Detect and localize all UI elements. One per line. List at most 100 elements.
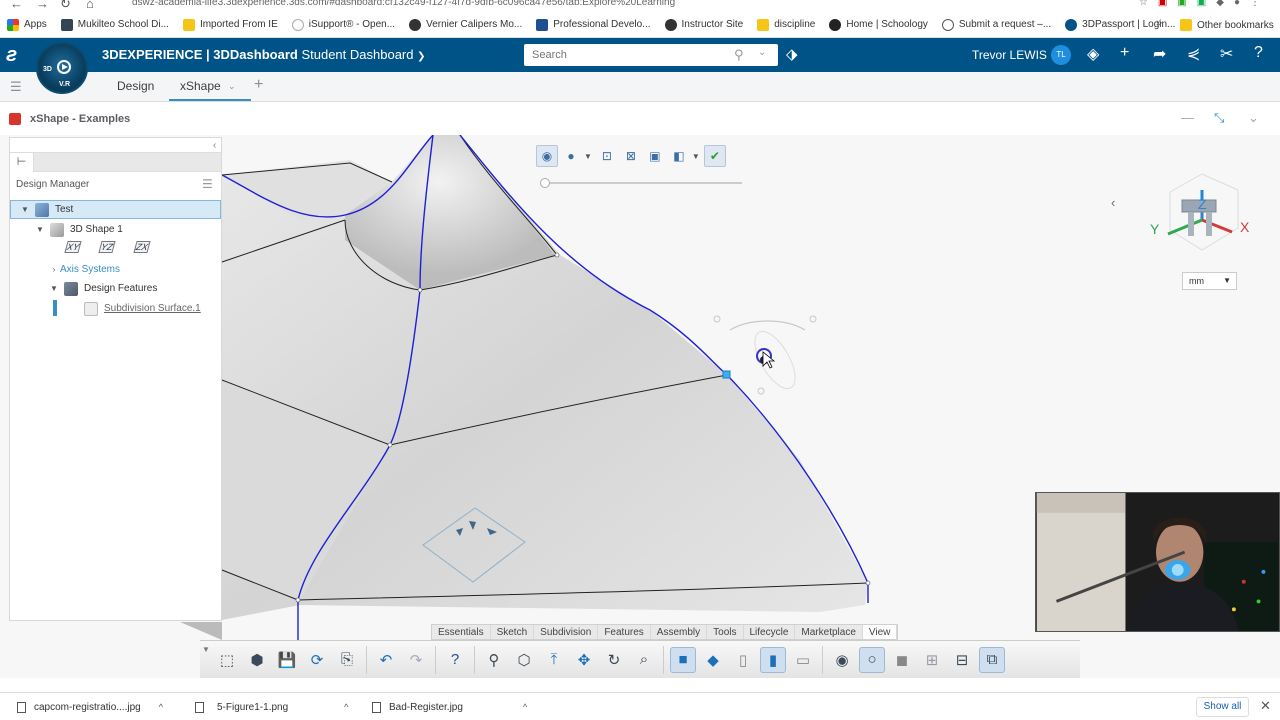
rotate-icon[interactable]: ↻: [601, 647, 627, 673]
url-bar[interactable]: dswz-academia-life3.3dexperience.3ds.com…: [132, 0, 675, 8]
part-icon[interactable]: ⬢: [244, 647, 270, 673]
ds-logo-icon[interactable]: ƨ: [6, 44, 17, 67]
search-box[interactable]: ⚲ ⌄: [524, 44, 778, 66]
update-icon[interactable]: ⟳: [304, 647, 330, 673]
chevron-up-icon[interactable]: ^: [344, 702, 348, 712]
tools-icon[interactable]: ✂: [1220, 44, 1233, 64]
bookmark-discipline[interactable]: discipline: [750, 18, 822, 31]
minimize-icon[interactable]: —: [1181, 110, 1194, 125]
help-icon[interactable]: ?: [442, 647, 468, 673]
solid-view-icon[interactable]: ▮: [760, 646, 786, 673]
compass-icon[interactable]: 3D V.R: [36, 42, 88, 94]
ground-icon[interactable]: ⧉: [979, 646, 1005, 673]
hide-show-icon[interactable]: ◉: [829, 647, 855, 673]
section-tab-sketch[interactable]: Sketch: [491, 625, 535, 639]
shaded-edges-icon[interactable]: ◆: [700, 647, 726, 673]
pan-icon[interactable]: ✥: [571, 647, 597, 673]
chevron-up-icon[interactable]: ^: [523, 702, 527, 712]
fit-all-icon[interactable]: ⊡: [596, 145, 618, 167]
extension-icon[interactable]: ▣: [1197, 0, 1206, 8]
help-icon[interactable]: ?: [1254, 44, 1263, 62]
tab-xshape[interactable]: xShape: [180, 79, 221, 93]
cylinder-view-icon[interactable]: ▯: [730, 647, 756, 673]
grid-icon[interactable]: ⊞: [919, 647, 945, 673]
add-tab-icon[interactable]: +: [254, 76, 263, 94]
section-tab-essentials[interactable]: Essentials: [432, 625, 491, 639]
collapse-panel-icon[interactable]: ‹: [213, 140, 216, 151]
section-tab-view[interactable]: View: [862, 625, 898, 639]
tree-node-axis-systems[interactable]: › Axis Systems: [10, 260, 221, 279]
collapse-icon[interactable]: ▼: [202, 645, 210, 654]
bookmark-professional[interactable]: Professional Develo...: [529, 18, 657, 31]
box-view-icon[interactable]: ▣: [644, 145, 666, 167]
wireframe-view-icon[interactable]: ▭: [790, 647, 816, 673]
notifications-icon[interactable]: ◈: [1087, 44, 1099, 64]
close-icon[interactable]: ✕: [1260, 698, 1271, 714]
section-tab-assembly[interactable]: Assembly: [651, 625, 708, 639]
shaded-view-icon[interactable]: ■: [670, 646, 696, 673]
section-tab-lifecycle[interactable]: Lifecycle: [744, 625, 796, 639]
search-input[interactable]: [524, 44, 724, 66]
chevron-up-icon[interactable]: ^: [159, 702, 163, 712]
tag-icon[interactable]: ⬗: [786, 45, 798, 63]
undo-icon[interactable]: ↶: [373, 647, 399, 673]
download-item[interactable]: 5-Figure1-1.png ^: [195, 693, 348, 720]
menu-icon[interactable]: ⋮: [1250, 0, 1260, 8]
tree-node-shape[interactable]: ▼ 3D Shape 1: [10, 220, 221, 239]
bookmark-isupport[interactable]: iSupport® - Open...: [285, 18, 402, 31]
view-orientation-icon[interactable]: ◧: [668, 145, 690, 167]
chevron-left-icon[interactable]: ‹: [1111, 195, 1115, 210]
chevron-down-icon[interactable]: ⌄: [228, 81, 236, 92]
opacity-slider-track[interactable]: [545, 182, 742, 184]
select-tool-icon[interactable]: ⬚: [214, 647, 240, 673]
avatar[interactable]: TL: [1051, 45, 1071, 65]
chevron-down-icon[interactable]: ▼: [692, 152, 700, 161]
render-mode-icon[interactable]: ●: [560, 145, 582, 167]
unit-select[interactable]: mm ▼: [1182, 272, 1237, 290]
bookmark-schoology[interactable]: Home | Schoology: [822, 18, 935, 31]
zoom-area-icon[interactable]: ⌕: [631, 647, 657, 673]
section-tab-marketplace[interactable]: Marketplace: [795, 625, 863, 639]
tree-node-subdivision-surface[interactable]: Subdivision Surface.1: [10, 299, 221, 318]
tree-view-icon[interactable]: ⊢: [10, 153, 34, 172]
view-compass-gizmo[interactable]: Z X Y: [1150, 170, 1250, 260]
plane-zx-icon[interactable]: ZX: [133, 241, 151, 253]
download-item[interactable]: capcom-registratio....jpg ^: [17, 693, 163, 720]
chevron-down-icon[interactable]: ⌄: [1248, 110, 1259, 126]
restore-icon[interactable]: ⤡: [1214, 110, 1224, 126]
dashboard-title[interactable]: 3DEXPERIENCE | 3DDashboard Student Dashb…: [102, 47, 426, 62]
tab-design[interactable]: Design: [117, 79, 154, 93]
menu-icon[interactable]: ☰: [202, 177, 213, 191]
save-icon[interactable]: 💾: [274, 647, 300, 673]
section-tab-tools[interactable]: Tools: [707, 625, 744, 639]
standard-view-icon[interactable]: ⬡: [511, 647, 537, 673]
bookmark-apps[interactable]: Apps: [0, 18, 54, 31]
bookmark-3dpassport[interactable]: 3DPassport | Login...: [1058, 18, 1182, 31]
shading-icon[interactable]: ◉: [536, 145, 558, 167]
chevron-down-icon[interactable]: ▼: [584, 152, 592, 161]
bookmarks-overflow-icon[interactable]: »: [1156, 17, 1162, 29]
user-name[interactable]: Trevor LEWIS: [972, 48, 1047, 62]
expand-icon[interactable]: ▼: [34, 225, 46, 234]
copy-paste-icon[interactable]: ⎘: [334, 647, 360, 673]
add-icon[interactable]: +: [1120, 44, 1129, 62]
bookmark-imported[interactable]: Imported From IE: [176, 18, 285, 31]
bookmark-vernier[interactable]: Vernier Calipers Mo...: [402, 18, 529, 31]
chevron-down-icon[interactable]: ❯: [417, 51, 425, 62]
share-icon[interactable]: ➦: [1153, 44, 1166, 64]
bookmark-other[interactable]: Other bookmarks: [1180, 12, 1274, 38]
bookmark-submit[interactable]: Submit a request –...: [935, 18, 1058, 31]
extension-icon[interactable]: ◆: [1216, 0, 1224, 8]
sectioning-icon[interactable]: ⊟: [949, 647, 975, 673]
redo-icon[interactable]: ↷: [403, 647, 429, 673]
bookmark-instructor[interactable]: Instructor Site: [658, 18, 751, 31]
search-icon[interactable]: ⚲: [734, 47, 744, 63]
extension-icon[interactable]: ▣: [1158, 0, 1167, 8]
plane-yz-icon[interactable]: YZ: [98, 241, 116, 253]
confirm-check-icon[interactable]: ✔: [703, 145, 726, 167]
download-item[interactable]: Bad-Register.jpg ^: [372, 693, 527, 720]
tree-node-design-features[interactable]: ▼ Design Features: [10, 279, 221, 298]
show-all-button[interactable]: Show all: [1196, 697, 1249, 717]
normal-view-icon[interactable]: ⤒: [541, 647, 567, 673]
tree-node-root[interactable]: ▼ Test: [10, 200, 221, 219]
